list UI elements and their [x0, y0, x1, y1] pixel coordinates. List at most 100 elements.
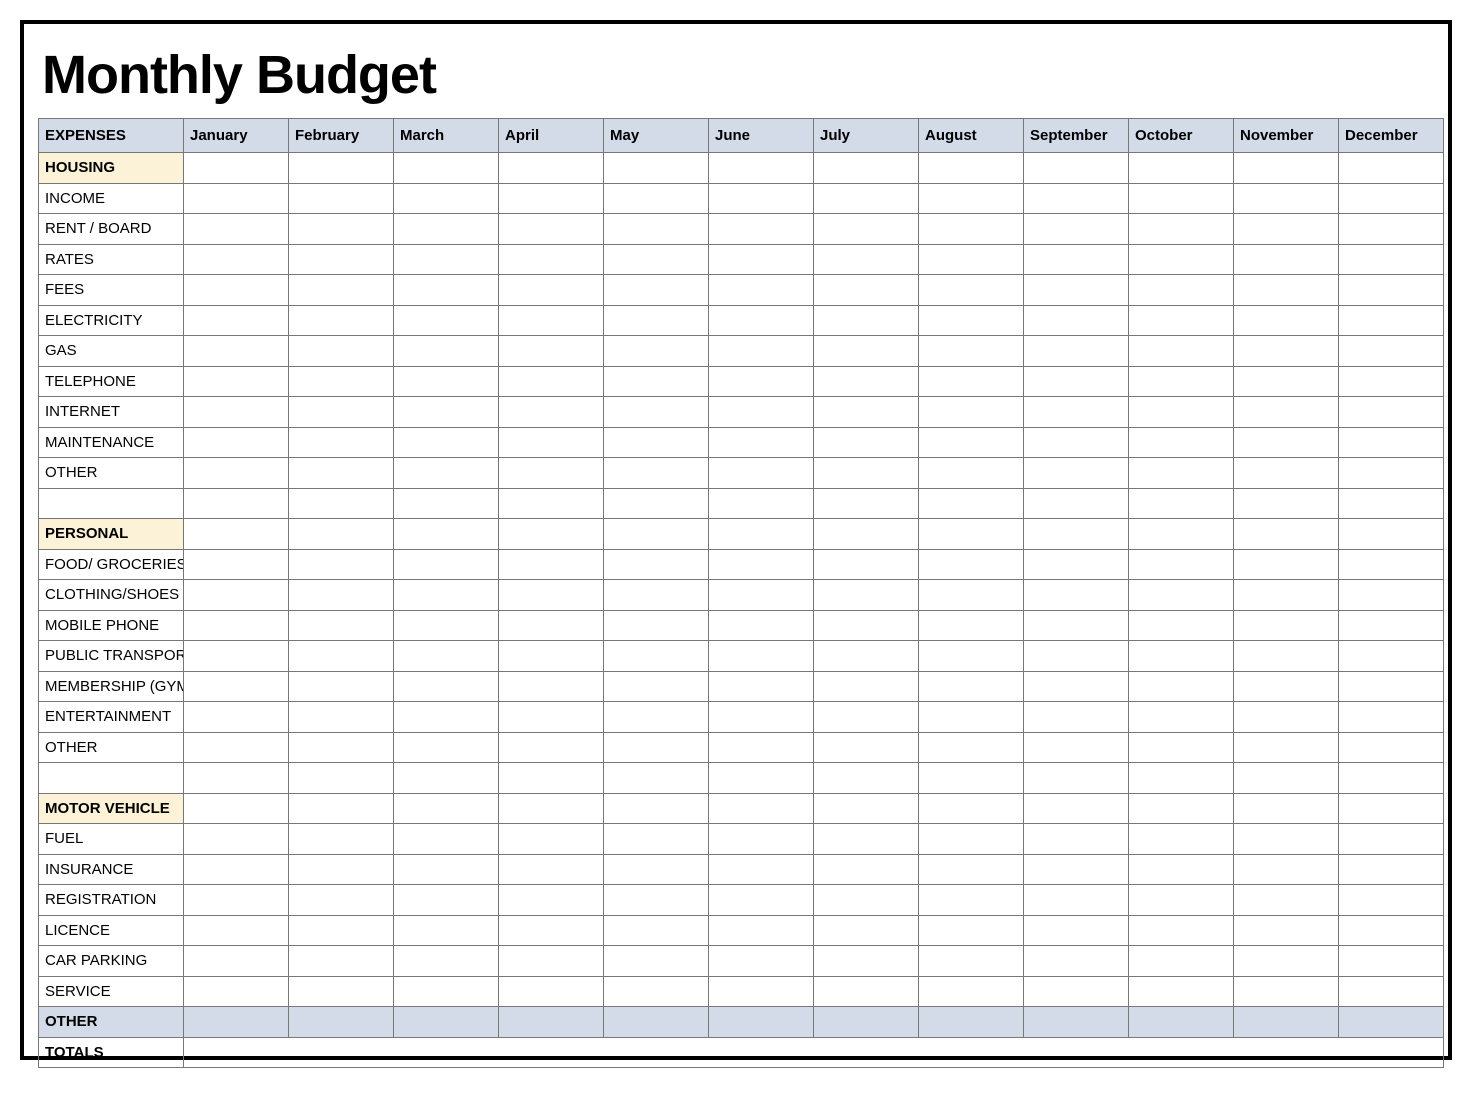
cell[interactable]: [1339, 519, 1444, 550]
cell[interactable]: [394, 702, 499, 733]
cell[interactable]: [394, 793, 499, 824]
cell[interactable]: [1024, 153, 1129, 184]
cell[interactable]: [919, 458, 1024, 489]
cell[interactable]: [919, 641, 1024, 672]
cell[interactable]: [709, 702, 814, 733]
cell[interactable]: [1339, 885, 1444, 916]
cell[interactable]: [919, 976, 1024, 1007]
cell[interactable]: [184, 366, 289, 397]
cell[interactable]: [394, 488, 499, 519]
cell[interactable]: [499, 488, 604, 519]
cell[interactable]: [709, 427, 814, 458]
cell[interactable]: [499, 366, 604, 397]
cell[interactable]: [1129, 397, 1234, 428]
cell[interactable]: [1339, 1007, 1444, 1038]
cell[interactable]: [289, 915, 394, 946]
cell[interactable]: [184, 458, 289, 489]
cell[interactable]: [1129, 275, 1234, 306]
cell[interactable]: [709, 519, 814, 550]
cell[interactable]: [919, 854, 1024, 885]
cell[interactable]: [1339, 427, 1444, 458]
cell[interactable]: [1234, 915, 1339, 946]
cell[interactable]: [1339, 214, 1444, 245]
cell[interactable]: [1234, 183, 1339, 214]
cell[interactable]: [1024, 885, 1129, 916]
cell[interactable]: [1234, 153, 1339, 184]
cell[interactable]: [1339, 976, 1444, 1007]
cell[interactable]: [499, 854, 604, 885]
cell[interactable]: [604, 488, 709, 519]
cell[interactable]: [184, 641, 289, 672]
cell[interactable]: [1234, 427, 1339, 458]
cell[interactable]: [604, 153, 709, 184]
cell[interactable]: [289, 641, 394, 672]
cell[interactable]: [499, 305, 604, 336]
cell[interactable]: [1234, 885, 1339, 916]
cell[interactable]: [814, 976, 919, 1007]
cell[interactable]: [499, 946, 604, 977]
cell[interactable]: [394, 763, 499, 794]
cell[interactable]: [394, 824, 499, 855]
cell[interactable]: [1339, 854, 1444, 885]
cell[interactable]: [1339, 763, 1444, 794]
cell[interactable]: [184, 549, 289, 580]
cell[interactable]: [1234, 305, 1339, 336]
cell[interactable]: [184, 336, 289, 367]
cell[interactable]: [604, 366, 709, 397]
cell[interactable]: [814, 793, 919, 824]
cell[interactable]: [184, 580, 289, 611]
cell[interactable]: [709, 305, 814, 336]
cell[interactable]: [184, 244, 289, 275]
cell[interactable]: [709, 458, 814, 489]
cell[interactable]: [1024, 427, 1129, 458]
cell[interactable]: [1129, 519, 1234, 550]
cell[interactable]: [1129, 824, 1234, 855]
cell[interactable]: [1234, 336, 1339, 367]
cell[interactable]: [1234, 763, 1339, 794]
cell[interactable]: [1024, 488, 1129, 519]
cell[interactable]: [394, 305, 499, 336]
cell[interactable]: [184, 153, 289, 184]
cell[interactable]: [1339, 397, 1444, 428]
cell[interactable]: [1234, 397, 1339, 428]
cell[interactable]: [499, 702, 604, 733]
cell[interactable]: [919, 793, 1024, 824]
cell[interactable]: [394, 976, 499, 1007]
cell[interactable]: [604, 214, 709, 245]
cell[interactable]: [1024, 854, 1129, 885]
cell[interactable]: [604, 732, 709, 763]
cell[interactable]: [1024, 336, 1129, 367]
cell[interactable]: [289, 153, 394, 184]
cell[interactable]: [1234, 976, 1339, 1007]
cell[interactable]: [1129, 153, 1234, 184]
cell[interactable]: [394, 153, 499, 184]
cell[interactable]: [1024, 580, 1129, 611]
cell[interactable]: [1024, 946, 1129, 977]
cell[interactable]: [499, 824, 604, 855]
cell[interactable]: [289, 183, 394, 214]
cell[interactable]: [184, 305, 289, 336]
cell[interactable]: [604, 275, 709, 306]
cell[interactable]: [1129, 305, 1234, 336]
cell[interactable]: [499, 763, 604, 794]
cell[interactable]: [1339, 732, 1444, 763]
cell[interactable]: [814, 671, 919, 702]
cell[interactable]: [184, 946, 289, 977]
cell[interactable]: [919, 610, 1024, 641]
cell[interactable]: [289, 549, 394, 580]
cell[interactable]: [919, 732, 1024, 763]
cell[interactable]: [1129, 763, 1234, 794]
cell[interactable]: [394, 275, 499, 306]
cell[interactable]: [184, 519, 289, 550]
cell[interactable]: [1129, 427, 1234, 458]
cell[interactable]: [1339, 824, 1444, 855]
cell[interactable]: [1339, 183, 1444, 214]
cell[interactable]: [604, 793, 709, 824]
cell[interactable]: [184, 671, 289, 702]
cell[interactable]: [1129, 458, 1234, 489]
cell[interactable]: [709, 397, 814, 428]
cell[interactable]: [709, 153, 814, 184]
cell[interactable]: [1024, 214, 1129, 245]
cell[interactable]: [1234, 793, 1339, 824]
cell[interactable]: [289, 671, 394, 702]
